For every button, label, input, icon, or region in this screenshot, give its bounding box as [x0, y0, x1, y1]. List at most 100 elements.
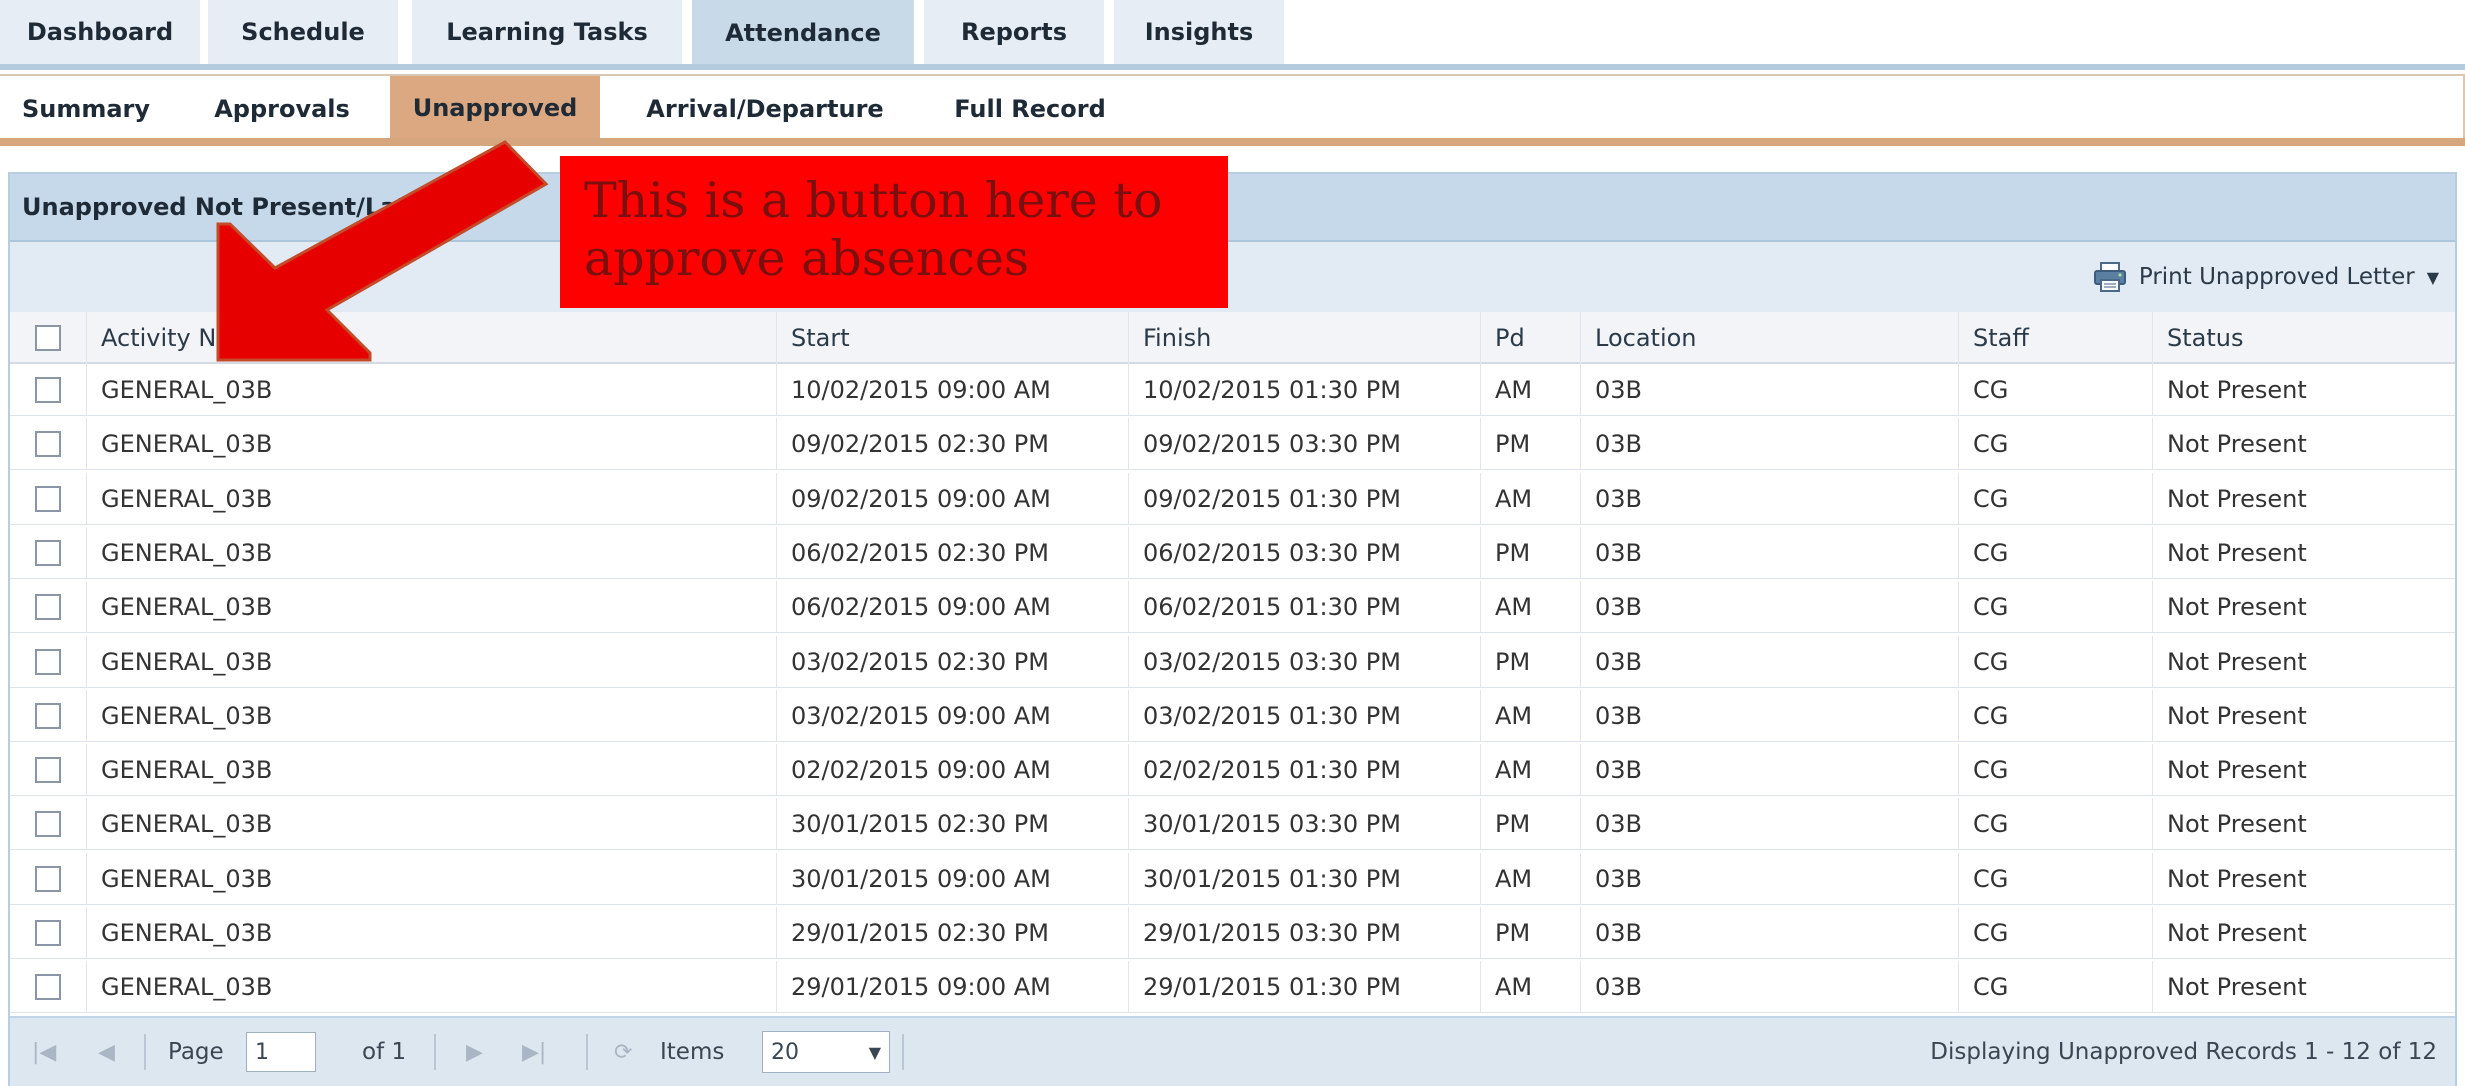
table-row[interactable]: GENERAL_03B 03/02/2015 09:00 AM 03/02/2015… — [10, 689, 2455, 742]
table-row[interactable]: GENERAL_03B 06/02/2015 02:30 PM 06/02/2015… — [10, 526, 2455, 579]
items-label: Items — [660, 1039, 725, 1065]
table-row[interactable]: GENERAL_03B 09/02/2015 09:00 AM 09/02/2015… — [10, 472, 2455, 525]
cell-staff: CG — [1958, 798, 2152, 851]
row-checkbox[interactable] — [35, 757, 61, 784]
column-header-pd[interactable]: Pd — [1480, 312, 1580, 364]
row-checkbox-cell — [10, 744, 86, 796]
tab-insights[interactable]: Insights — [1114, 0, 1284, 64]
cell-pd: AM — [1480, 581, 1580, 634]
cell-finish: 29/01/2015 03:30 PM — [1128, 907, 1480, 959]
caret-down-icon: ▼ — [2426, 267, 2439, 287]
cell-activity-name: GENERAL_03B — [86, 689, 776, 742]
table-row[interactable]: GENERAL_03B 02/02/2015 09:00 AM 02/02/2015… — [10, 744, 2455, 797]
grid-toolbar: Print Unapproved Letter ▼ — [10, 242, 2455, 312]
row-checkbox[interactable] — [35, 377, 61, 403]
cell-finish: 09/02/2015 03:30 PM — [1128, 418, 1480, 471]
items-per-page-select[interactable]: 20 ▼ — [762, 1018, 890, 1086]
cell-location: 03B — [1580, 526, 1958, 579]
row-checkbox[interactable] — [35, 594, 61, 621]
tab-schedule[interactable]: Schedule — [208, 0, 398, 64]
refresh-icon[interactable]: ⟳ — [614, 1018, 632, 1086]
cell-pd: AM — [1480, 961, 1580, 1014]
row-checkbox[interactable] — [35, 974, 61, 1001]
cell-activity-name: GENERAL_03B — [86, 852, 776, 905]
row-checkbox[interactable] — [35, 539, 61, 566]
row-checkbox[interactable] — [35, 702, 61, 729]
print-unapproved-letter-button[interactable]: Print Unapproved Letter ▼ — [2093, 256, 2439, 298]
column-header-start[interactable]: Start — [776, 312, 1128, 364]
table-row[interactable]: GENERAL_03B 03/02/2015 02:30 PM 03/02/2015… — [10, 635, 2455, 688]
table-row[interactable]: GENERAL_03B 30/01/2015 09:00 AM 30/01/2015… — [10, 852, 2455, 905]
cell-start: 29/01/2015 02:30 PM — [776, 907, 1128, 959]
last-page-icon[interactable]: ▶| — [522, 1018, 546, 1086]
subtab-summary[interactable]: Summary — [6, 78, 166, 140]
page-input[interactable]: 1 — [246, 1032, 316, 1072]
table-row[interactable]: GENERAL_03B 29/01/2015 09:00 AM 29/01/2015… — [10, 961, 2455, 1014]
previous-page-icon[interactable]: ◀ — [98, 1018, 115, 1086]
row-checkbox[interactable] — [35, 865, 61, 892]
cell-finish: 03/02/2015 03:30 PM — [1128, 635, 1480, 688]
page-number-field[interactable]: 1 — [246, 1018, 316, 1086]
column-header-finish[interactable]: Finish — [1128, 312, 1480, 364]
first-page-icon[interactable]: |◀ — [32, 1018, 56, 1086]
cell-start: 10/02/2015 09:00 AM — [776, 364, 1128, 416]
cell-start: 09/02/2015 09:00 AM — [776, 472, 1128, 525]
row-checkbox[interactable] — [35, 485, 61, 512]
select-all-checkbox[interactable] — [35, 325, 61, 351]
column-header-status[interactable]: Status — [2152, 312, 2455, 364]
cell-status: Not Present — [2152, 472, 2455, 525]
table-row[interactable]: GENERAL_03B 09/02/2015 02:30 PM 09/02/2015… — [10, 418, 2455, 471]
table-row[interactable]: GENERAL_03B 10/02/2015 09:00 AM 10/02/2015… — [10, 364, 2455, 416]
row-checkbox[interactable] — [35, 648, 61, 675]
cell-finish: 10/02/2015 01:30 PM — [1128, 364, 1480, 416]
row-checkbox-cell — [10, 473, 86, 525]
cell-status: Not Present — [2152, 689, 2455, 742]
column-header-activity-name[interactable]: Activity Name — [86, 312, 776, 364]
tab-dashboard[interactable]: Dashboard — [0, 0, 200, 64]
cell-pd: AM — [1480, 472, 1580, 525]
cell-start: 30/01/2015 02:30 PM — [776, 798, 1128, 851]
cell-finish: 03/02/2015 01:30 PM — [1128, 689, 1480, 742]
tab-attendance[interactable]: Attendance — [692, 0, 914, 66]
top-tab-divider — [0, 64, 2465, 70]
tab-learning-tasks[interactable]: Learning Tasks — [412, 0, 682, 64]
cell-start: 09/02/2015 02:30 PM — [776, 418, 1128, 471]
pager-separator — [144, 1034, 146, 1070]
table-row[interactable]: GENERAL_03B 29/01/2015 02:30 PM 29/01/2015… — [10, 907, 2455, 959]
row-checkbox-cell — [10, 636, 86, 688]
row-checkbox[interactable] — [35, 811, 61, 838]
cell-location: 03B — [1580, 581, 1958, 634]
cell-staff: CG — [1958, 581, 2152, 634]
row-checkbox-cell — [10, 798, 86, 850]
cell-location: 03B — [1580, 798, 1958, 851]
cell-staff: CG — [1958, 852, 2152, 905]
column-header-location[interactable]: Location — [1580, 312, 1958, 364]
sub-tab-divider — [0, 138, 2465, 146]
cell-activity-name: GENERAL_03B — [86, 907, 776, 959]
subtab-arrival-departure[interactable]: Arrival/Departure — [620, 78, 910, 140]
cell-activity-name: GENERAL_03B — [86, 798, 776, 851]
cell-staff: CG — [1958, 689, 2152, 742]
tab-reports[interactable]: Reports — [924, 0, 1104, 64]
cell-status: Not Present — [2152, 798, 2455, 851]
cell-location: 03B — [1580, 364, 1958, 416]
cell-staff: CG — [1958, 907, 2152, 959]
cell-status: Not Present — [2152, 635, 2455, 688]
column-header-staff[interactable]: Staff — [1958, 312, 2152, 364]
table-row[interactable]: GENERAL_03B 06/02/2015 09:00 AM 06/02/2015… — [10, 581, 2455, 634]
cell-activity-name: GENERAL_03B — [86, 581, 776, 634]
cell-location: 03B — [1580, 744, 1958, 797]
subtab-full-record[interactable]: Full Record — [930, 78, 1130, 140]
cell-location: 03B — [1580, 418, 1958, 471]
table-row[interactable]: GENERAL_03B 30/01/2015 02:30 PM 30/01/2015… — [10, 798, 2455, 851]
next-page-icon[interactable]: ▶ — [466, 1018, 483, 1086]
row-checkbox[interactable] — [35, 920, 61, 946]
top-tab-bar: Dashboard Schedule Learning Tasks Attend… — [0, 0, 2465, 70]
cell-location: 03B — [1580, 907, 1958, 959]
subtab-unapproved[interactable]: Unapproved — [390, 76, 600, 140]
row-checkbox[interactable] — [35, 431, 61, 458]
pager-separator — [434, 1034, 436, 1070]
cell-status: Not Present — [2152, 744, 2455, 797]
cell-activity-name: GENERAL_03B — [86, 744, 776, 797]
subtab-approvals[interactable]: Approvals — [192, 78, 372, 140]
